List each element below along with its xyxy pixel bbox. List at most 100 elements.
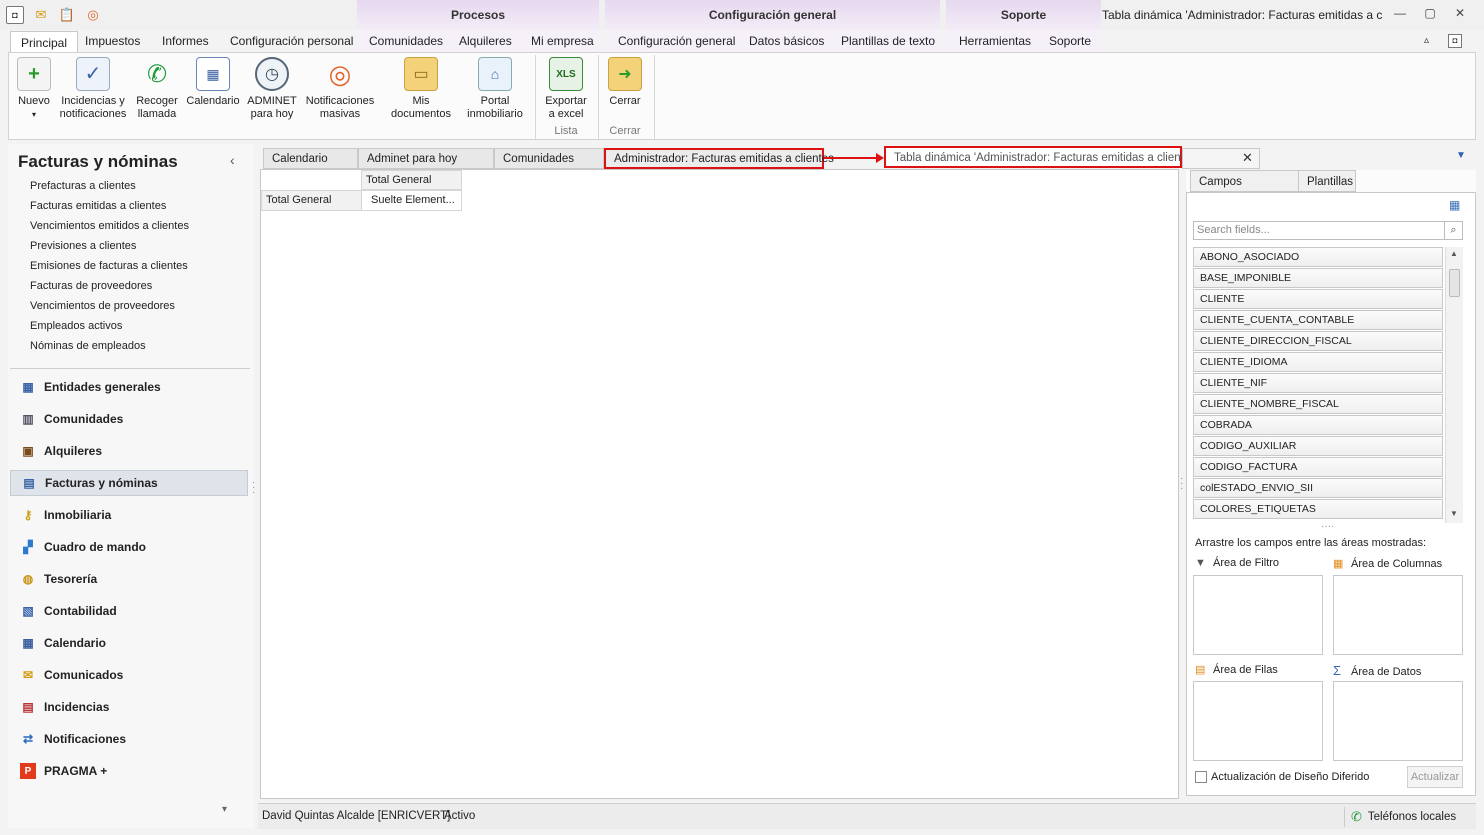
field-item[interactable]: CLIENTE_NOMBRE_FISCAL [1193, 394, 1443, 414]
field-item[interactable]: CLIENTE_IDIOMA [1193, 352, 1443, 372]
field-list-scrollbar[interactable]: ▲ ▼ [1445, 247, 1463, 523]
search-icon[interactable]: ⌕ [1445, 221, 1463, 240]
ribbon-tab-plantillas-de-texto[interactable]: Plantillas de texto [841, 30, 935, 52]
nav-link-vencimientos-emitidos[interactable]: Vencimientos emitidos a clientes [30, 220, 189, 232]
minimize-button[interactable]: — [1390, 6, 1410, 24]
nav-module-calendario[interactable]: ▦ Calendario [10, 630, 248, 656]
nav-module-comunicados[interactable]: ✉ Comunicados [10, 662, 248, 688]
nav-module-pragma[interactable]: P PRAGMA + [10, 758, 248, 784]
field-item[interactable]: CODIGO_FACTURA [1193, 457, 1443, 477]
portal-inmobiliario-button[interactable]: ⌂ Portal inmobiliario [465, 57, 525, 121]
nav-module-notificaciones[interactable]: ⇄ Notificaciones [10, 726, 248, 752]
pivot-splitter-grip[interactable]: · · · [1180, 474, 1183, 494]
field-item[interactable]: CLIENTE_CUENTA_CONTABLE [1193, 310, 1443, 330]
close-tab-icon[interactable]: ✕ [1242, 150, 1253, 166]
nav-link-empleados[interactable]: Empleados activos [30, 320, 122, 332]
nav-module-incidencias[interactable]: ▤ Incidencias [10, 694, 248, 720]
ribbon-tab-herramientas[interactable]: Herramientas [959, 30, 1031, 52]
local-phones-button[interactable]: ✆ Teléfonos locales [1344, 807, 1456, 827]
tab-campos-disponibles[interactable]: Campos disponibles [1190, 170, 1300, 210]
doc-tab-tabla-dinamica[interactable]: Tabla dinámica 'Administrador: Facturas … [884, 146, 1198, 168]
notificaciones-label: Notificaciones [305, 95, 375, 107]
nav-more-modules-icon[interactable]: ▾ [222, 804, 227, 815]
nuevo-button[interactable]: + Nuevo ▾ [13, 57, 55, 121]
field-item[interactable]: COLORES_ETIQUETAS [1193, 499, 1443, 519]
field-list-resize-grip[interactable]: ···· [1321, 521, 1334, 532]
nav-splitter-grip[interactable]: · · · [252, 478, 255, 498]
nav-module-comunidades[interactable]: ▥ Comunidades [10, 406, 248, 432]
doc-tab-calendario[interactable]: Calendario [263, 148, 358, 169]
adminet-button[interactable]: ◷ ADMINET para hoy [245, 57, 299, 121]
nav-module-cuadro-de-mando[interactable]: ▞ Cuadro de mando [10, 534, 248, 560]
nav-link-vencimientos-proveedores[interactable]: Vencimientos de proveedores [30, 300, 175, 312]
ribbon-collapse-icon[interactable]: ▵ [1424, 30, 1429, 52]
scroll-down-icon[interactable]: ▼ [1450, 509, 1458, 518]
pivot-column-total[interactable]: Total General [361, 170, 462, 190]
close-window-button[interactable]: ✕ [1450, 6, 1470, 24]
field-item[interactable]: CLIENTE_NIF [1193, 373, 1443, 393]
field-item[interactable]: CODIGO_AUXILIAR [1193, 436, 1443, 456]
ribbon-tab-configuracion-personal[interactable]: Configuración personal [230, 30, 353, 52]
scroll-up-icon[interactable]: ▲ [1450, 249, 1458, 258]
nav-module-inmobiliaria[interactable]: ⚷ Inmobiliaria [10, 502, 248, 528]
ribbon-tab-principal[interactable]: Principal [10, 31, 79, 53]
clipboard-icon[interactable]: 📋 [58, 6, 76, 24]
tab-plantillas[interactable]: Plantillas [1298, 170, 1356, 192]
field-item[interactable]: CLIENTE [1193, 289, 1443, 309]
app-menu-icon[interactable]: ◘ [6, 6, 24, 24]
incidencias-button[interactable]: ✓ Incidencias y notificaciones [59, 57, 127, 121]
update-button[interactable]: Actualizar [1407, 766, 1463, 788]
recoger-llamada-button[interactable]: ✆ Recoger llamada [133, 57, 181, 121]
field-item[interactable]: COBRADA [1193, 415, 1443, 435]
module-label: Entidades generales [44, 380, 161, 394]
rows-area-dropzone[interactable] [1193, 681, 1323, 761]
layout-options-icon[interactable]: ▦ [1449, 198, 1460, 212]
nav-module-facturas[interactable]: ▤ Facturas y nóminas [10, 470, 248, 496]
pivot-grid[interactable]: Total General Total General Suelte Eleme… [260, 169, 1179, 799]
nav-link-emisiones[interactable]: Emisiones de facturas a clientes [30, 260, 188, 272]
tab-list-dropdown-icon[interactable]: ▼ [1456, 150, 1466, 161]
mail-icon[interactable]: ✉ [32, 6, 50, 24]
ribbon-tab-configuracion-general[interactable]: Configuración general [618, 30, 735, 52]
doc-tab-facturas-emitidas[interactable]: Administrador: Facturas emitidas a clien… [604, 148, 834, 169]
ribbon-tab-soporte[interactable]: Soporte [1049, 30, 1091, 52]
broadcast-icon[interactable]: ◎ [84, 6, 102, 24]
ribbon-tab-comunidades[interactable]: Comunidades [369, 30, 443, 52]
ribbon-app-icon[interactable]: ◘ [1448, 34, 1462, 48]
columns-area-dropzone[interactable] [1333, 575, 1463, 655]
nav-module-alquileres[interactable]: ▣ Alquileres [10, 438, 248, 464]
doc-tab-adminet[interactable]: Adminet para hoy [358, 148, 494, 169]
ribbon-tab-informes[interactable]: Informes [162, 30, 209, 52]
exportar-excel-button[interactable]: XLS Exportar a excel [541, 57, 591, 121]
scroll-thumb[interactable] [1449, 269, 1460, 297]
search-fields-input[interactable]: Search fields... [1193, 221, 1445, 240]
nav-module-entidades[interactable]: ▦ Entidades generales [10, 374, 248, 400]
maximize-button[interactable]: ▢ [1420, 6, 1440, 24]
ribbon-tab-impuestos[interactable]: Impuestos [85, 30, 140, 52]
cerrar-button[interactable]: ➜ Cerrar [605, 57, 645, 108]
field-item[interactable]: ABONO_ASOCIADO [1193, 247, 1443, 267]
calendario-button[interactable]: ▦ Calendario [185, 57, 241, 108]
notificaciones-masivas-button[interactable]: ◎ Notificaciones masivas [303, 57, 377, 121]
data-area-dropzone[interactable] [1333, 681, 1463, 761]
filter-area-dropzone[interactable] [1193, 575, 1323, 655]
field-item[interactable]: CLIENTE_DIRECCION_FISCAL [1193, 331, 1443, 351]
mis-documentos-button[interactable]: ▭ Mis documentos [381, 57, 461, 121]
ribbon-tab-datos-basicos[interactable]: Datos básicos [749, 30, 824, 52]
deferred-update-checkbox[interactable] [1195, 771, 1207, 783]
field-item[interactable]: BASE_IMPONIBLE [1193, 268, 1443, 288]
nav-module-contabilidad[interactable]: ▧ Contabilidad [10, 598, 248, 624]
collapse-nav-icon[interactable]: ‹ [230, 152, 235, 168]
nav-link-facturas-emitidas[interactable]: Facturas emitidas a clientes [30, 200, 166, 212]
nav-link-previsiones[interactable]: Previsiones a clientes [30, 240, 136, 252]
doc-tab-comunidades[interactable]: Comunidades [494, 148, 604, 169]
nav-link-nominas[interactable]: Nóminas de empleados [30, 340, 146, 352]
ribbon-tab-alquileres[interactable]: Alquileres [459, 30, 512, 52]
ribbon-tab-mi-empresa[interactable]: Mi empresa [531, 30, 594, 52]
nav-module-tesoreria[interactable]: ◍ Tesorería [10, 566, 248, 592]
pivot-data-drop-cell[interactable]: Suelte Element... [361, 190, 462, 211]
nav-link-prefacturas[interactable]: Prefacturas a clientes [30, 180, 136, 192]
pivot-row-total[interactable]: Total General [261, 190, 362, 211]
field-item[interactable]: colESTADO_ENVIO_SII [1193, 478, 1443, 498]
nav-link-facturas-proveedores[interactable]: Facturas de proveedores [30, 280, 152, 292]
